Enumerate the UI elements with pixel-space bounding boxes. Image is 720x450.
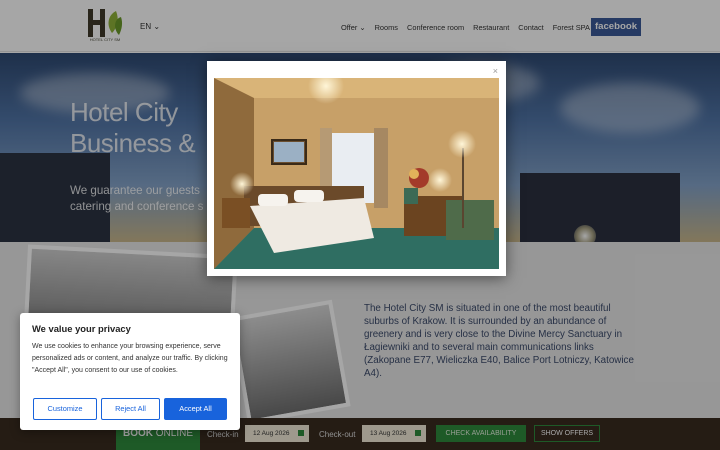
cookie-title: We value your privacy	[32, 323, 131, 334]
image-lightbox: ×	[207, 61, 506, 276]
close-icon[interactable]: ×	[493, 66, 498, 76]
accept-all-button[interactable]: Accept All	[164, 398, 227, 420]
hotel-room-photo	[214, 78, 499, 269]
customize-button[interactable]: Customize	[33, 398, 97, 420]
cookie-text: We use cookies to enhance your browsing …	[32, 343, 228, 374]
cookie-consent-dialog: We value your privacy We use cookies to …	[20, 313, 240, 430]
reject-all-button[interactable]: Reject All	[101, 398, 160, 420]
